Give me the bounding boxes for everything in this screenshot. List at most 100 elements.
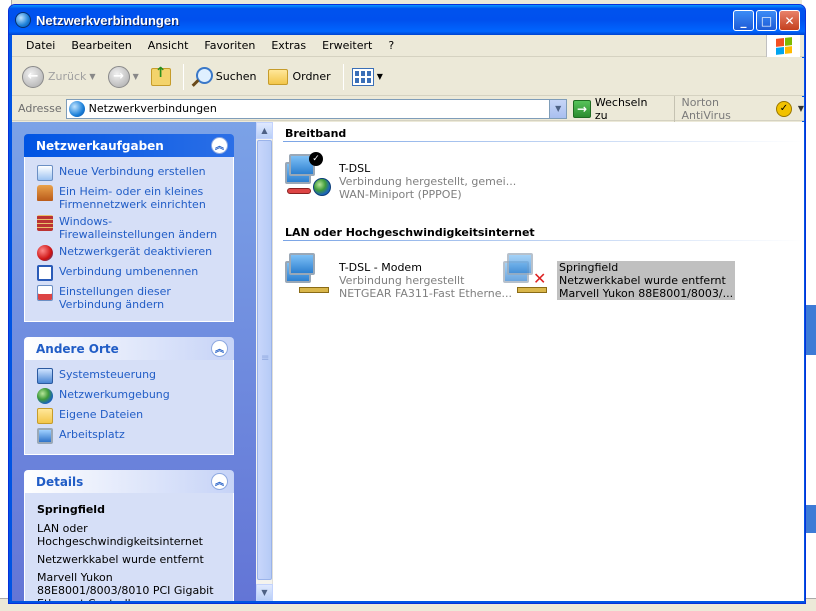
connection-item-selected[interactable]: ✕ Springfield Netzwerkkabel wurde entfer… [503,251,736,301]
new-connection-icon [37,165,53,181]
group-divider [283,240,803,241]
home-network-icon [37,185,53,201]
minimize-button[interactable]: _ [733,10,754,31]
folders-button[interactable]: Ordner [264,62,334,92]
place-network-neighborhood[interactable]: Netzwerkumgebung [37,388,225,404]
menu-bar: Datei Bearbeiten Ansicht Favoriten Extra… [12,35,804,57]
place-label: Systemsteuerung [59,368,157,381]
scroll-thumb[interactable] [257,140,272,580]
forward-arrow-icon: → [107,65,130,88]
details-status: Netzwerkkabel wurde entfernt [37,553,204,566]
properties-icon [37,285,53,301]
norton-toolbar[interactable]: Norton AntiVirus ✓ ▼ [674,95,804,122]
menu-edit[interactable]: Bearbeiten [63,37,139,54]
folders-icon [268,68,289,85]
details-title: Details [36,474,84,489]
views-icon [351,67,374,86]
connection-item[interactable]: T-DSL - Modem Verbindung hergestellt NET… [285,251,512,301]
task-firewall-settings[interactable]: Windows-Firewalleinstellungen ändern [37,215,225,241]
folders-label: Ordner [292,70,331,83]
menu-file[interactable]: Datei [18,37,63,54]
address-label: Adresse [18,102,62,115]
task-home-network[interactable]: Ein Heim- oder ein kleines Firmennetzwer… [37,185,225,211]
other-places-header[interactable]: Andere Orte ︽ [24,337,234,360]
collapse-icon[interactable]: ︽ [211,473,228,490]
back-label: Zurück [48,70,87,83]
firewall-icon [37,215,53,231]
network-tasks-title: Netzwerkaufgaben [36,138,164,153]
control-panel-icon [37,368,53,384]
task-label: Verbindung umbenennen [59,265,199,278]
back-button[interactable]: ← Zurück ▼ [18,62,100,92]
place-label: Eigene Dateien [59,408,144,421]
menu-view[interactable]: Ansicht [140,37,197,54]
menu-favorites[interactable]: Favoriten [196,37,263,54]
go-button[interactable]: → Wechseln zu [573,96,662,122]
back-dropdown-icon[interactable]: ▼ [89,72,95,81]
broadband-connection-icon: ✓ [285,152,335,202]
scroll-down-icon[interactable]: ▼ [256,584,273,601]
toolbar: ← Zurück ▼ → ▼ Suchen Ordner ▼ [12,58,804,96]
disable-device-icon [37,245,53,261]
task-label: Ein Heim- oder ein kleines Firmennetzwer… [59,185,206,211]
place-my-documents[interactable]: Eigene Dateien [37,408,225,424]
lan-disconnected-icon: ✕ [503,251,553,301]
network-tasks-header[interactable]: Netzwerkaufgaben ︽ [24,134,234,157]
task-label: Neue Verbindung erstellen [59,165,206,178]
connection-device: Marvell Yukon 88E8001/8003/... [559,287,734,300]
views-dropdown-icon[interactable]: ▼ [377,72,383,81]
maximize-button[interactable]: □ [756,10,777,31]
title-bar[interactable]: Netzwerkverbindungen _ □ ✕ [9,5,805,35]
rename-icon [37,265,53,281]
up-button[interactable] [147,62,175,92]
go-arrow-icon: → [573,99,591,118]
my-computer-icon [37,428,53,444]
network-connections-icon [15,12,31,28]
menu-tools[interactable]: Extras [263,37,314,54]
group-header-lan: LAN oder Hochgeschwindigkeitsinternet [285,226,535,239]
place-my-computer[interactable]: Arbeitsplatz [37,428,225,444]
connection-item[interactable]: ✓ T-DSL Verbindung hergestellt, gemei...… [285,152,516,202]
close-button[interactable]: ✕ [779,10,800,31]
address-field[interactable]: Netzwerkverbindungen ▼ [65,98,568,119]
views-button[interactable]: ▼ [348,62,387,92]
place-label: Netzwerkumgebung [59,388,170,401]
forward-dropdown-icon[interactable]: ▼ [133,72,139,81]
details-panel: Details ︽ Springfield LAN oder Hochgesch… [24,470,234,601]
search-label: Suchen [215,70,257,83]
task-create-connection[interactable]: Neue Verbindung erstellen [37,165,225,181]
folder-up-icon [150,65,171,86]
details-header[interactable]: Details ︽ [24,470,234,493]
group-header-broadband: Breitband [285,127,347,140]
scroll-up-icon[interactable]: ▲ [256,122,273,139]
task-pane: Netzwerkaufgaben ︽ Neue Verbindung erste… [12,122,256,601]
address-dropdown-icon[interactable]: ▼ [549,99,567,118]
task-rename-connection[interactable]: Verbindung umbenennen [37,265,225,281]
task-disable-device[interactable]: Netzwerkgerät deaktivieren [37,245,225,261]
vertical-scrollbar[interactable]: ▲ ▼ [256,122,273,601]
collapse-icon[interactable]: ︽ [211,137,228,154]
connection-name: T-DSL [339,162,371,175]
connection-name: Springfield [559,261,619,274]
group-divider [283,141,803,142]
explorer-window: Netzwerkverbindungen _ □ ✕ Datei Bearbei… [8,4,806,604]
norton-dropdown-icon[interactable]: ▼ [798,104,804,113]
connection-status: Verbindung hergestellt, gemei... [339,175,517,188]
forward-button[interactable]: → ▼ [104,62,143,92]
norton-icon[interactable]: ✓ [776,100,792,117]
network-tasks-panel: Netzwerkaufgaben ︽ Neue Verbindung erste… [24,134,234,322]
search-icon [192,66,213,87]
network-neighborhood-icon [37,388,53,404]
toolbar-separator [342,63,344,90]
place-control-panel[interactable]: Systemsteuerung [37,368,225,384]
menu-advanced[interactable]: Erweitert [314,37,380,54]
collapse-icon[interactable]: ︽ [211,340,228,357]
menu-help[interactable]: ? [380,37,402,54]
task-change-settings[interactable]: Einstellungen dieser Verbindung ändern [37,285,225,311]
search-button[interactable]: Suchen [188,62,261,92]
connection-device: WAN-Miniport (PPPOE) [339,188,462,201]
my-documents-icon [37,408,53,424]
address-bar: Adresse Netzwerkverbindungen ▼ → Wechsel… [12,95,804,122]
task-label: Netzwerkgerät deaktivieren [59,245,213,258]
details-device: Marvell Yukon 88E8001/8003/8010 PCI Giga… [37,571,214,601]
